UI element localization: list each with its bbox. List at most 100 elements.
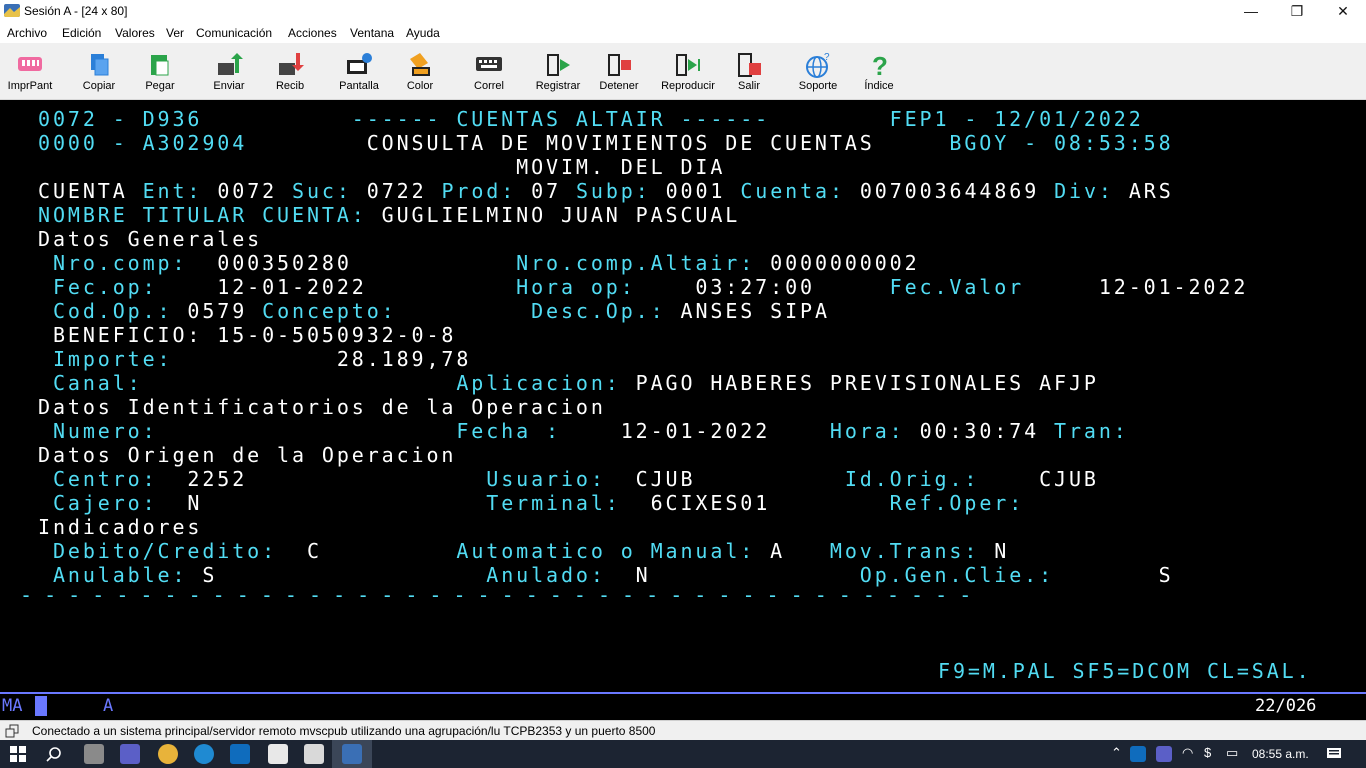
notifications-icon[interactable]: [1326, 746, 1342, 762]
terminal-text: 28.189,78: [336, 347, 472, 371]
tray-chevron-icon[interactable]: ⌃: [1111, 745, 1122, 761]
notepad-icon[interactable]: [304, 744, 324, 764]
terminal-text: Usuario:: [486, 467, 636, 491]
terminal-text: Mov.Trans:: [829, 539, 995, 563]
help-index-icon: ?: [872, 51, 888, 79]
toolbar-reproducir-button[interactable]: Reproducir: [658, 43, 718, 99]
menu-valores[interactable]: Valores: [115, 26, 155, 40]
terminal-text: 03:27:00: [695, 275, 890, 299]
maximize-button[interactable]: ❐: [1274, 0, 1320, 22]
play-macro-icon: [676, 54, 700, 76]
terminal-text: C: [306, 539, 457, 563]
terminal-line: 0072 - D936 ------ CUENTAS ALTAIR ------…: [38, 107, 1144, 131]
terminal-line: CUENTA Ent: 0072 Suc: 0722 Prod: 07 Subp…: [38, 179, 1174, 203]
toolbar-imprpant-button[interactable]: ImprPant: [0, 43, 60, 99]
chrome-icon[interactable]: [158, 744, 178, 764]
terminal-line: Canal: Aplicacion: PAGO HABERES PREVISIO…: [38, 371, 1099, 395]
screen-settings-icon: [347, 53, 372, 74]
terminal-text: MOVIM. DEL DIA: [516, 155, 726, 179]
send-file-icon: [218, 53, 243, 75]
toolbar-detener-button[interactable]: Detener: [589, 43, 649, 99]
terminal-text: Id.Orig.:: [844, 467, 1040, 491]
terminal-text: Aplicacion:: [456, 371, 636, 395]
print-screen-icon: [18, 57, 42, 71]
terminal-text: NOMBRE TITULAR CUENTA:: [38, 203, 382, 227]
terminal-text: Canal:: [38, 371, 457, 395]
menu-edicion[interactable]: Edición: [62, 26, 101, 40]
terminal-text: 07: [531, 179, 576, 203]
terminal-text: Datos Identificatorios de la Operacion: [38, 395, 606, 419]
outlook-icon[interactable]: [230, 744, 250, 764]
search-icon[interactable]: [46, 746, 62, 762]
terminal-line: Indicadores: [38, 515, 202, 539]
terminal-text: Cuenta:: [740, 179, 860, 203]
app-logo-icon: [4, 4, 20, 17]
menu-ayuda[interactable]: Ayuda: [406, 26, 440, 40]
edge-icon[interactable]: [194, 744, 214, 764]
menu-comunicacion[interactable]: Comunicación: [196, 26, 272, 40]
currency-icon[interactable]: $: [1204, 745, 1211, 760]
toolbar-label: Correl: [474, 80, 504, 92]
toolbar-enviar-button[interactable]: Enviar: [199, 43, 259, 99]
cursor-position: 22/026: [1255, 696, 1317, 716]
toolbar-label: Enviar: [213, 80, 245, 92]
menu-archivo[interactable]: Archivo: [7, 26, 47, 40]
toolbar-color-button[interactable]: Color: [390, 43, 450, 99]
operator-info-area: MA A 22/026: [0, 692, 1366, 720]
terminal-text: Automatico o Manual:: [456, 539, 771, 563]
taskbar-active-app[interactable]: [332, 740, 372, 768]
toolbar-label: Copiar: [82, 80, 116, 92]
terminal-text: 0722: [366, 179, 442, 203]
terminal-text: Cajero:: [38, 491, 188, 515]
copy-icon: [91, 54, 109, 76]
function-key-legend: F9=M.PAL SF5=DCOM CL=SAL.: [938, 659, 1312, 683]
terminal-text: 12-01-2022: [217, 275, 517, 299]
toolbar-indice-button[interactable]: ? Índice: [849, 43, 909, 99]
tray-teams-icon[interactable]: [1156, 746, 1172, 762]
battery-icon[interactable]: ▭: [1226, 745, 1238, 761]
support-globe-icon: ?: [806, 52, 830, 78]
terminal-line: Fec.op: 12-01-2022 Hora op: 03:27:00 Fec…: [38, 275, 1248, 299]
toolbar-copiar-button[interactable]: Copiar: [69, 43, 129, 99]
terminal-text: 0001: [665, 179, 741, 203]
svg-text:?: ?: [824, 52, 830, 63]
toolbar-salir-button[interactable]: Salir: [719, 43, 779, 99]
toolbar-pegar-button[interactable]: Pegar: [130, 43, 190, 99]
toolbar-correl-button[interactable]: Correl: [459, 43, 519, 99]
menu-ventana[interactable]: Ventana: [350, 26, 394, 40]
toolbar-recib-button[interactable]: Recib: [260, 43, 320, 99]
terminal-text: N: [187, 491, 487, 515]
wifi-icon[interactable]: ◠: [1182, 745, 1193, 761]
menu-acciones[interactable]: Acciones: [288, 26, 337, 40]
terminal-text: Fec.op:: [38, 275, 218, 299]
minimize-button[interactable]: —: [1228, 0, 1274, 22]
teams-icon[interactable]: [120, 744, 140, 764]
tray-outlook-icon[interactable]: [1130, 746, 1146, 762]
terminal-text: 2252: [187, 467, 487, 491]
menu-bar: Archivo Edición Valores Ver Comunicación…: [0, 22, 1366, 43]
terminal-text: 6CIXES01: [650, 491, 890, 515]
terminal-screen[interactable]: 0072 - D936 ------ CUENTAS ALTAIR ------…: [0, 100, 1366, 692]
close-button[interactable]: ✕: [1320, 0, 1366, 22]
clock[interactable]: 08:55 a.m.: [1252, 747, 1309, 761]
terminal-text: CJUB: [635, 467, 845, 491]
toolbar-label: Registrar: [535, 80, 581, 92]
toolbar-pantalla-button[interactable]: Pantalla: [329, 43, 389, 99]
toolbar-label: Salir: [737, 80, 760, 92]
terminal-text: Nro.comp.Altair:: [516, 251, 771, 275]
oia-cursor-block: [35, 696, 47, 716]
terminal-line: Numero: Fecha : 12-01-2022 Hora: 00:30:7…: [38, 419, 1129, 443]
pdf-reader-icon[interactable]: [268, 744, 288, 764]
terminal-line: BENEFICIO: 15-0-5050932-0-8: [38, 323, 456, 347]
exit-icon: [738, 53, 761, 77]
terminal-line: NOMBRE TITULAR CUENTA: GUGLIELMINO JUAN …: [38, 203, 740, 227]
toolbar-soporte-button[interactable]: ? Soporte: [788, 43, 848, 99]
terminal-text: 0072: [217, 179, 293, 203]
toolbar-registrar-button[interactable]: Registrar: [528, 43, 588, 99]
windows-start-icon[interactable]: [10, 746, 26, 762]
terminal-text: 12-01-2022: [620, 419, 830, 443]
menu-ver[interactable]: Ver: [166, 26, 184, 40]
terminal-text: 000350280: [217, 251, 517, 275]
calculator-icon[interactable]: [84, 744, 104, 764]
